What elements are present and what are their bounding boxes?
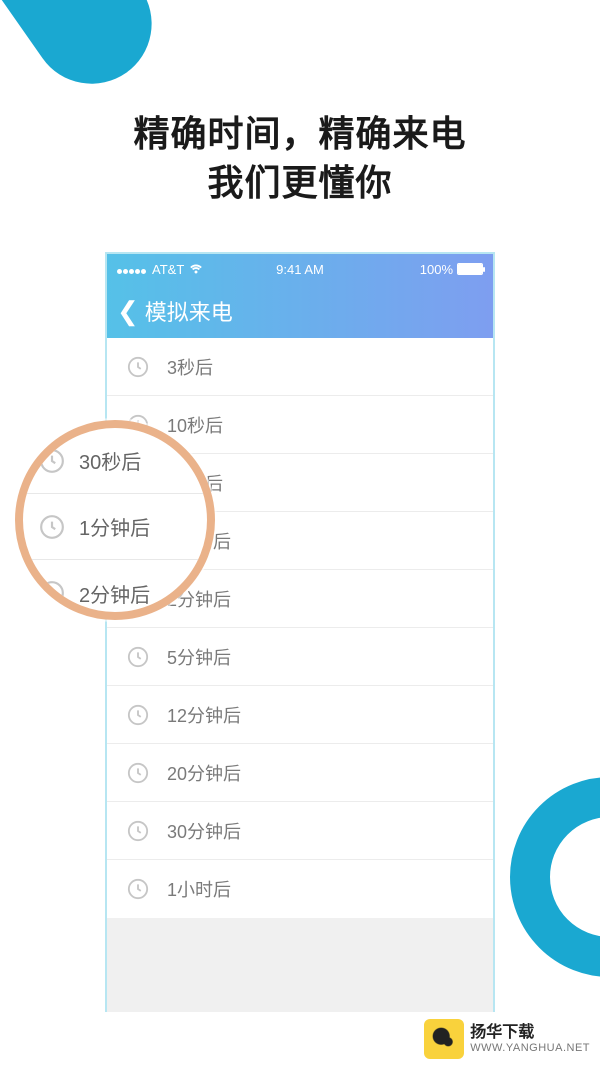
status-left: AT&T (117, 262, 203, 277)
carrier-label: AT&T (152, 262, 184, 277)
status-time: 9:41 AM (276, 262, 324, 277)
clock-icon (39, 448, 65, 474)
signal-icon (117, 262, 147, 277)
headline-line2: 我们更懂你 (207, 162, 392, 203)
clock-icon (127, 878, 149, 900)
nav-title: 模拟来电 (145, 295, 233, 327)
magnifier-item-label: 1分钟后 (79, 512, 150, 541)
list-item-label: 3秒后 (167, 354, 213, 380)
phone-mockup: AT&T 9:41 AM 100% ❮ 模拟来电 3秒后 10秒后 30秒后 (105, 252, 495, 1012)
watermark-logo-icon (424, 1019, 464, 1059)
magnifier-item-label: 2分钟后 (79, 579, 150, 608)
nav-bar: ❮ 模拟来电 (107, 284, 493, 338)
list-item[interactable]: 20分钟后 (107, 744, 493, 802)
clock-icon (127, 820, 149, 842)
decorative-shape-bottom (510, 777, 600, 977)
clock-icon (127, 762, 149, 784)
headline-line1: 精确时间，精确来电 (133, 113, 466, 154)
clock-icon (127, 356, 149, 378)
battery-percent: 100% (420, 262, 453, 277)
watermark-brand: 扬华下载 (470, 1023, 590, 1042)
magnifier-highlight: 30秒后 1分钟后 2分钟后 (15, 420, 215, 620)
status-right: 100% (420, 262, 483, 277)
clock-icon (127, 704, 149, 726)
list-item[interactable]: 30分钟后 (107, 802, 493, 860)
list-item[interactable]: 12分钟后 (107, 686, 493, 744)
decorative-shape-top (0, 0, 175, 107)
clock-icon (127, 646, 149, 668)
list-item[interactable]: 1小时后 (107, 860, 493, 918)
status-bar: AT&T 9:41 AM 100% (107, 254, 493, 284)
time-options-list: 3秒后 10秒后 30秒后 1分钟后 2分钟后 5分钟后 12分钟后 20分钟 (107, 338, 493, 918)
magnifier-item: 1分钟后 (23, 494, 207, 560)
wifi-icon (189, 262, 203, 277)
list-item[interactable]: 5分钟后 (107, 628, 493, 686)
promo-headline: 精确时间，精确来电 我们更懂你 (0, 110, 600, 207)
magnifier-item-label: 30秒后 (79, 446, 141, 475)
back-button[interactable]: ❮ (117, 296, 139, 327)
list-item-label: 12分钟后 (167, 702, 241, 728)
battery-icon (457, 263, 483, 275)
list-item-label: 30分钟后 (167, 818, 241, 844)
list-item-label: 5分钟后 (167, 644, 231, 670)
list-item[interactable]: 3秒后 (107, 338, 493, 396)
list-item-label: 20分钟后 (167, 760, 241, 786)
watermark: 扬华下载 WWW.YANGHUA.NET (424, 1019, 590, 1059)
list-item-label: 1小时后 (167, 876, 231, 902)
clock-icon (39, 580, 65, 606)
clock-icon (39, 514, 65, 540)
list-item-label: 10秒后 (167, 412, 223, 438)
watermark-text: 扬华下载 WWW.YANGHUA.NET (470, 1023, 590, 1055)
watermark-url: WWW.YANGHUA.NET (470, 1042, 590, 1055)
